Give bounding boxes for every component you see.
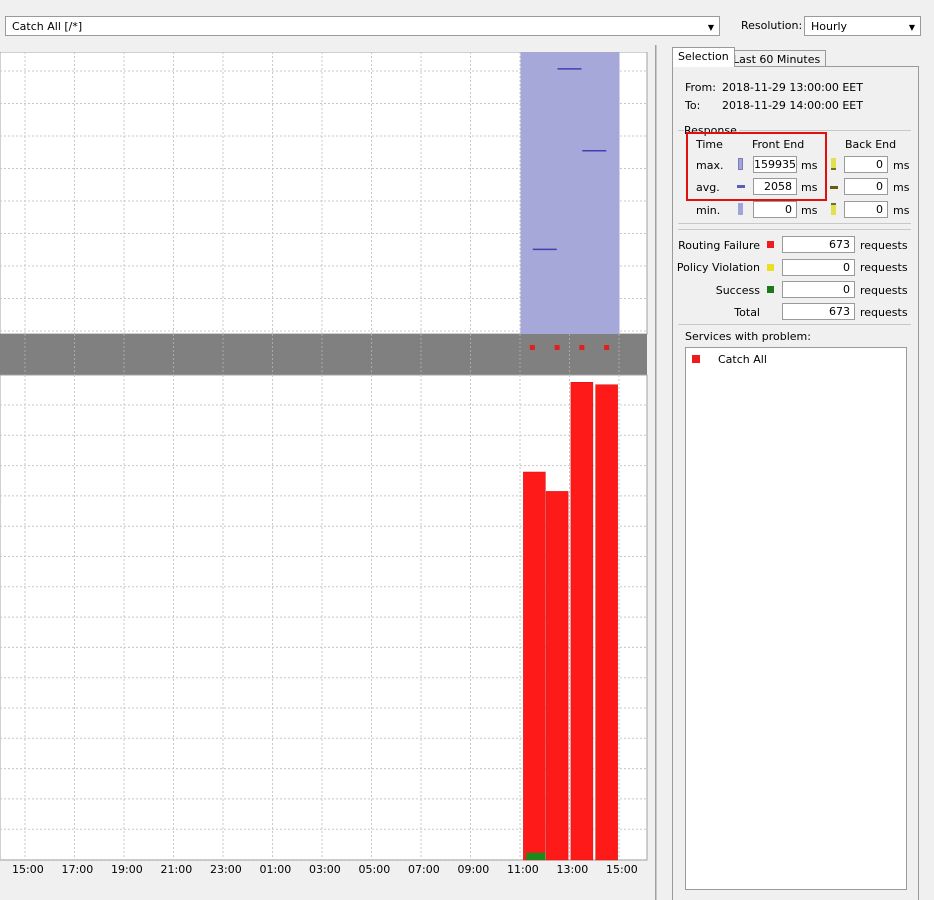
- x-tick-label: 19:00: [111, 863, 143, 876]
- to-label: To:: [685, 99, 701, 112]
- min-label: min.: [696, 204, 721, 217]
- max-back-unit: ms: [893, 159, 910, 172]
- separator: [678, 229, 911, 230]
- failure-bar: [545, 491, 569, 861]
- status-marker: [529, 345, 535, 350]
- chevron-down-icon: ▼: [707, 23, 714, 32]
- tab-label: Selection: [678, 50, 729, 63]
- success-label: Success: [715, 284, 760, 297]
- total-label: Total: [734, 306, 760, 319]
- failure-bar: [523, 471, 546, 861]
- avg-back-unit: ms: [893, 181, 910, 194]
- service-combo[interactable]: Catch All [/*] ▼: [5, 16, 720, 36]
- policy-violation-field[interactable]: 0: [782, 259, 855, 276]
- avg-back-indicator: [830, 186, 838, 189]
- service-status-icon: [692, 355, 700, 363]
- success-swatch: [767, 286, 774, 293]
- chevron-down-icon: ▼: [908, 23, 915, 32]
- services-label: Services with problem:: [685, 330, 811, 343]
- back-end-header: Back End: [845, 138, 897, 151]
- x-tick-label: 15:00: [606, 863, 638, 876]
- min-back-end-field[interactable]: 0: [844, 201, 888, 218]
- from-value: 2018-11-29 13:00:00 EET: [722, 81, 863, 94]
- service-combo-value: Catch All [/*]: [12, 19, 83, 33]
- avg-back-end-field[interactable]: 0: [844, 178, 888, 195]
- failure-bar: [595, 384, 618, 861]
- x-axis: 15:00 17:00 19:00 21:00 23:00 01:00 03:00 05:00…: [0, 860, 648, 880]
- failure-bar: [570, 382, 594, 861]
- x-tick-label: 17:00: [61, 863, 94, 876]
- x-tick-label: 09:00: [457, 863, 490, 876]
- x-tick-label: 15:00: [12, 863, 44, 876]
- list-item[interactable]: Catch All: [692, 352, 767, 366]
- total-unit: requests: [860, 306, 908, 319]
- min-front-unit: ms: [801, 204, 818, 217]
- services-list[interactable]: Catch All: [685, 347, 907, 890]
- routing-failure-field[interactable]: 673: [782, 236, 855, 253]
- chart-svg: [0, 52, 648, 861]
- total-field[interactable]: 673: [782, 303, 855, 320]
- routing-failure-swatch: [767, 241, 774, 248]
- from-label: From:: [685, 81, 716, 94]
- service-name: Catch All: [718, 352, 767, 366]
- separator: [678, 324, 911, 325]
- x-tick-label: 01:00: [259, 863, 292, 876]
- status-marker: [554, 345, 560, 350]
- splitter[interactable]: [655, 45, 657, 900]
- highlight-box: [686, 132, 827, 201]
- success-field[interactable]: 0: [782, 281, 855, 298]
- resolution-combo-value: Hourly: [811, 19, 848, 33]
- tab-selection[interactable]: Selection: [672, 47, 735, 67]
- min-back-indicator: [831, 203, 836, 215]
- status-marker: [604, 345, 610, 350]
- max-back-end-field[interactable]: 0: [844, 156, 888, 173]
- tab-label: Last 60 Minutes: [733, 53, 821, 66]
- resolution-combo[interactable]: Hourly ▼: [804, 16, 921, 36]
- x-tick-label: 13:00: [556, 863, 589, 876]
- selection-highlight: [520, 52, 620, 334]
- status-strip-background: [0, 334, 647, 375]
- status-marker: [579, 345, 585, 350]
- x-tick-label: 23:00: [210, 863, 242, 876]
- min-back-unit: ms: [893, 204, 910, 217]
- to-value: 2018-11-29 14:00:00 EET: [722, 99, 863, 112]
- x-tick-label: 11:00: [507, 863, 539, 876]
- policy-violation-unit: requests: [860, 261, 908, 274]
- x-tick-label: 05:00: [358, 863, 391, 876]
- chart-area: [0, 52, 648, 882]
- x-tick-label: 21:00: [160, 863, 193, 876]
- routing-failure-label: Routing Failure: [678, 239, 760, 252]
- success-unit: requests: [860, 284, 908, 297]
- min-front-indicator: [738, 203, 743, 215]
- max-back-indicator: [831, 158, 836, 170]
- x-tick-label: 03:00: [309, 863, 341, 876]
- success-bar: [526, 852, 546, 860]
- x-tick-label: 07:00: [408, 863, 440, 876]
- routing-failure-unit: requests: [860, 239, 908, 252]
- policy-violation-label: Policy Violation: [676, 261, 760, 274]
- policy-violation-swatch: [767, 264, 774, 271]
- resolution-label: Resolution:: [741, 19, 803, 32]
- min-front-end-field[interactable]: 0: [753, 201, 797, 218]
